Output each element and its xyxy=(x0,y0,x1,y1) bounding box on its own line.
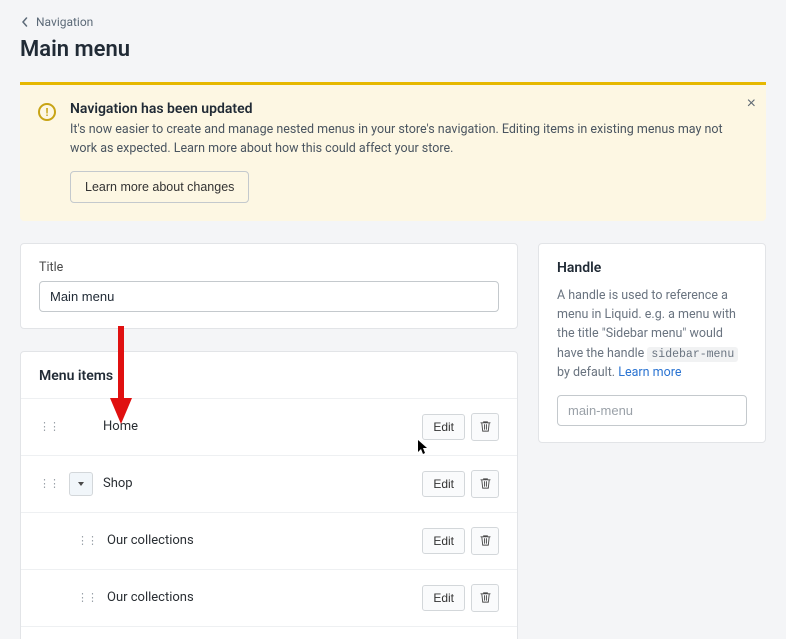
learn-more-button[interactable]: Learn more about changes xyxy=(70,171,249,203)
handle-card: Handle A handle is used to reference a m… xyxy=(538,243,766,443)
delete-button[interactable] xyxy=(471,527,499,555)
menu-row-home: ⋮⋮ Home Edit xyxy=(21,399,517,456)
title-card: Title xyxy=(20,243,518,329)
handle-title: Handle xyxy=(557,260,747,276)
expand-button[interactable] xyxy=(69,472,93,496)
trash-icon xyxy=(479,534,492,547)
alert-icon: ! xyxy=(38,103,56,121)
delete-button[interactable] xyxy=(471,470,499,498)
banner-close-button[interactable]: × xyxy=(747,95,756,113)
caret-down-icon xyxy=(77,480,85,488)
menu-items-card: Menu items ⋮⋮ Home Edit ⋮⋮ Shop Edit xyxy=(20,351,518,639)
learn-more-link[interactable]: Learn more xyxy=(618,365,681,380)
page-title: Main menu xyxy=(20,37,766,62)
delete-button[interactable] xyxy=(471,584,499,612)
breadcrumb[interactable]: Navigation xyxy=(20,15,93,29)
handle-input[interactable] xyxy=(557,395,747,426)
chevron-left-icon xyxy=(20,17,30,27)
edit-button[interactable]: Edit xyxy=(422,528,465,554)
menu-item-label: Our collections xyxy=(107,590,422,605)
drag-handle-icon[interactable]: ⋮⋮ xyxy=(77,534,97,547)
title-input[interactable] xyxy=(39,281,499,312)
banner-title: Navigation has been updated xyxy=(70,101,748,117)
menu-row-child: ⋮⋮ Our collections Edit xyxy=(21,513,517,570)
banner-body: It's now easier to create and manage nes… xyxy=(70,121,748,159)
menu-row-shop: ⋮⋮ Shop Edit xyxy=(21,456,517,513)
menu-row-child: ⋮⋮ Blog posts Edit xyxy=(21,627,517,639)
menu-item-label: Home xyxy=(103,419,422,434)
menu-items-header: Menu items xyxy=(21,352,517,399)
trash-icon xyxy=(479,420,492,433)
trash-icon xyxy=(479,591,492,604)
breadcrumb-label: Navigation xyxy=(36,15,93,29)
update-banner: ! Navigation has been updated It's now e… xyxy=(20,82,766,221)
edit-button[interactable]: Edit xyxy=(422,414,465,440)
delete-button[interactable] xyxy=(471,413,499,441)
menu-item-label: Our collections xyxy=(107,533,422,548)
menu-item-label: Shop xyxy=(103,476,422,491)
edit-button[interactable]: Edit xyxy=(422,585,465,611)
drag-handle-icon[interactable]: ⋮⋮ xyxy=(39,477,59,490)
close-icon: × xyxy=(747,95,756,112)
handle-description: A handle is used to reference a menu in … xyxy=(557,286,747,383)
edit-button[interactable]: Edit xyxy=(422,471,465,497)
drag-handle-icon[interactable]: ⋮⋮ xyxy=(39,420,59,433)
trash-icon xyxy=(479,477,492,490)
drag-handle-icon[interactable]: ⋮⋮ xyxy=(77,591,97,604)
title-label: Title xyxy=(39,260,499,275)
menu-row-child: ⋮⋮ Our collections Edit xyxy=(21,570,517,627)
